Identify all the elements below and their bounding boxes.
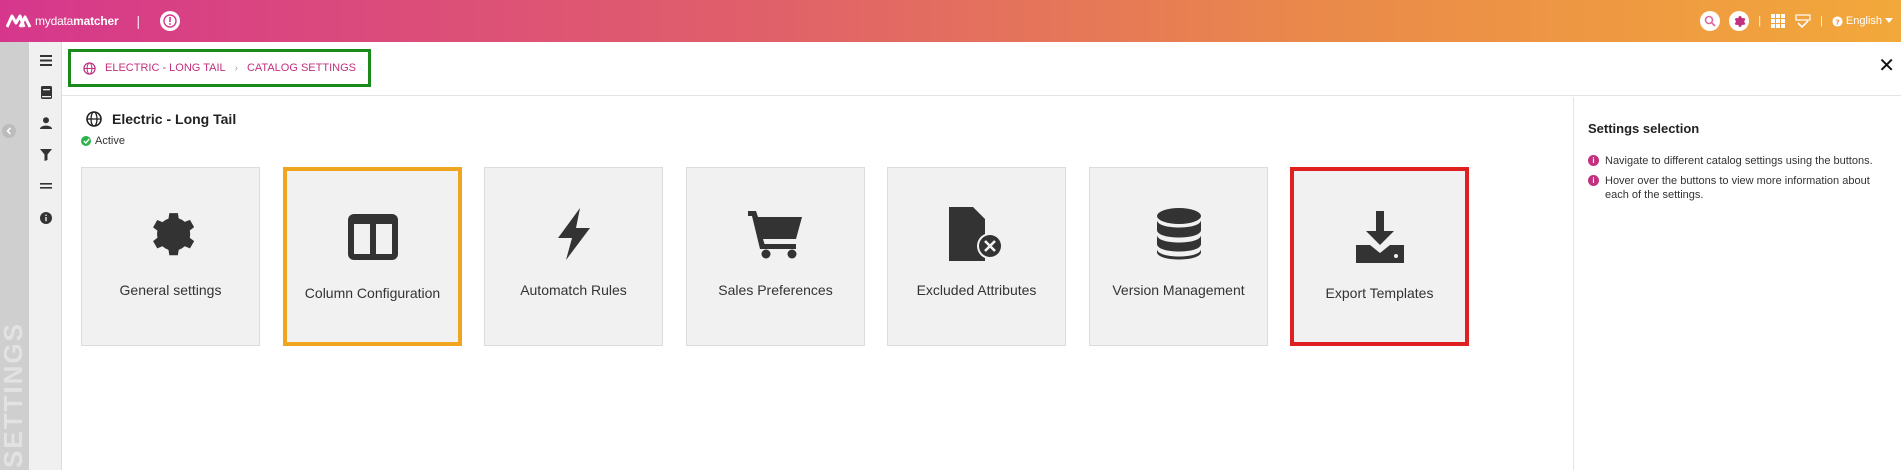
tile-general-settings[interactable]: General settings [81, 167, 260, 346]
top-bar: mydatamatcher | | | ? English [0, 0, 1901, 42]
language-label: English [1845, 15, 1882, 27]
globe-icon [86, 111, 102, 127]
logo-mark-icon [6, 14, 32, 28]
info-icon: i [1588, 155, 1599, 166]
logo-text: mydatamatcher [35, 14, 119, 28]
tile-label: General settings [119, 282, 222, 298]
help-icon: ? [1832, 15, 1843, 27]
tile-export-templates[interactable]: Export Templates [1290, 167, 1469, 346]
tile-label: Export Templates [1325, 285, 1434, 301]
data-quality-icon[interactable] [1795, 13, 1811, 29]
tile-sales-preferences[interactable]: Sales Preferences [686, 167, 865, 346]
panel-info-item: i Hover over the buttons to view more in… [1588, 174, 1894, 202]
tile-label: Automatch Rules [520, 282, 627, 298]
columns-icon [343, 209, 403, 265]
collapsed-side-panel: SETTINGS [0, 42, 29, 470]
panel-info-item: i Navigate to different catalog settings… [1588, 154, 1894, 168]
tile-label: Sales Preferences [718, 282, 833, 298]
expand-panel-button[interactable] [2, 124, 16, 138]
notification-icon[interactable] [160, 11, 181, 31]
book-icon[interactable] [38, 84, 54, 100]
tile-label: Version Management [1112, 282, 1245, 298]
close-icon[interactable]: ✕ [1878, 56, 1895, 76]
divider: | [136, 13, 141, 29]
tile-excluded-attributes[interactable]: Excluded Attributes [887, 167, 1066, 346]
divider: | [1758, 15, 1762, 27]
breadcrumb: ELECTRIC - LONG TAIL › CATALOG SETTINGS [68, 49, 371, 87]
user-icon[interactable] [38, 115, 54, 131]
cart-icon [746, 206, 806, 262]
side-panel-label: SETTINGS [0, 322, 28, 469]
divider: | [1820, 15, 1823, 27]
check-circle-icon [81, 136, 91, 146]
settings-info-panel: Settings selection i Navigate to differe… [1573, 97, 1901, 470]
panel-info-text: Hover over the buttons to view more info… [1605, 175, 1870, 201]
search-icon[interactable] [1700, 11, 1721, 31]
breadcrumb-item-catalog[interactable]: ELECTRIC - LONG TAIL [105, 62, 226, 74]
breadcrumb-bar: ELECTRIC - LONG TAIL › CATALOG SETTINGS … [62, 42, 1901, 96]
info-icon[interactable] [38, 210, 54, 226]
tile-label: Column Configuration [304, 285, 441, 301]
tile-column-configuration[interactable]: Column Configuration [283, 167, 462, 346]
list-icon[interactable] [38, 179, 54, 195]
gear-icon[interactable] [1729, 11, 1750, 31]
status-badge: Active [81, 135, 125, 147]
panel-info-text: Navigate to different catalog settings u… [1605, 155, 1873, 167]
breadcrumb-separator: › [234, 62, 238, 74]
catalog-header: Electric - Long Tail [86, 111, 236, 127]
tile-label: Excluded Attributes [916, 282, 1037, 298]
globe-icon [83, 61, 96, 75]
svg-text:?: ? [1835, 17, 1839, 26]
tile-version-management[interactable]: Version Management [1089, 167, 1268, 346]
filter-icon[interactable] [38, 147, 54, 163]
gear-icon [141, 206, 201, 262]
grid-icon[interactable] [1770, 13, 1786, 29]
menu-icon[interactable] [38, 52, 54, 68]
breadcrumb-item-catalog-settings[interactable]: CATALOG SETTINGS [247, 62, 356, 74]
tile-automatch-rules[interactable]: Automatch Rules [484, 167, 663, 346]
chevron-down-icon [1885, 18, 1893, 23]
icon-sidebar [29, 42, 62, 470]
status-label: Active [95, 135, 125, 147]
file-x-icon [947, 206, 1007, 262]
info-icon: i [1588, 175, 1599, 186]
download-icon [1350, 209, 1410, 265]
panel-title: Settings selection [1588, 121, 1700, 136]
language-selector[interactable]: ? English [1832, 15, 1893, 27]
chevron-left-icon [6, 127, 12, 135]
bolt-icon [544, 206, 604, 262]
database-icon [1149, 206, 1209, 262]
catalog-title: Electric - Long Tail [112, 111, 237, 127]
app-logo[interactable]: mydatamatcher [6, 13, 119, 29]
